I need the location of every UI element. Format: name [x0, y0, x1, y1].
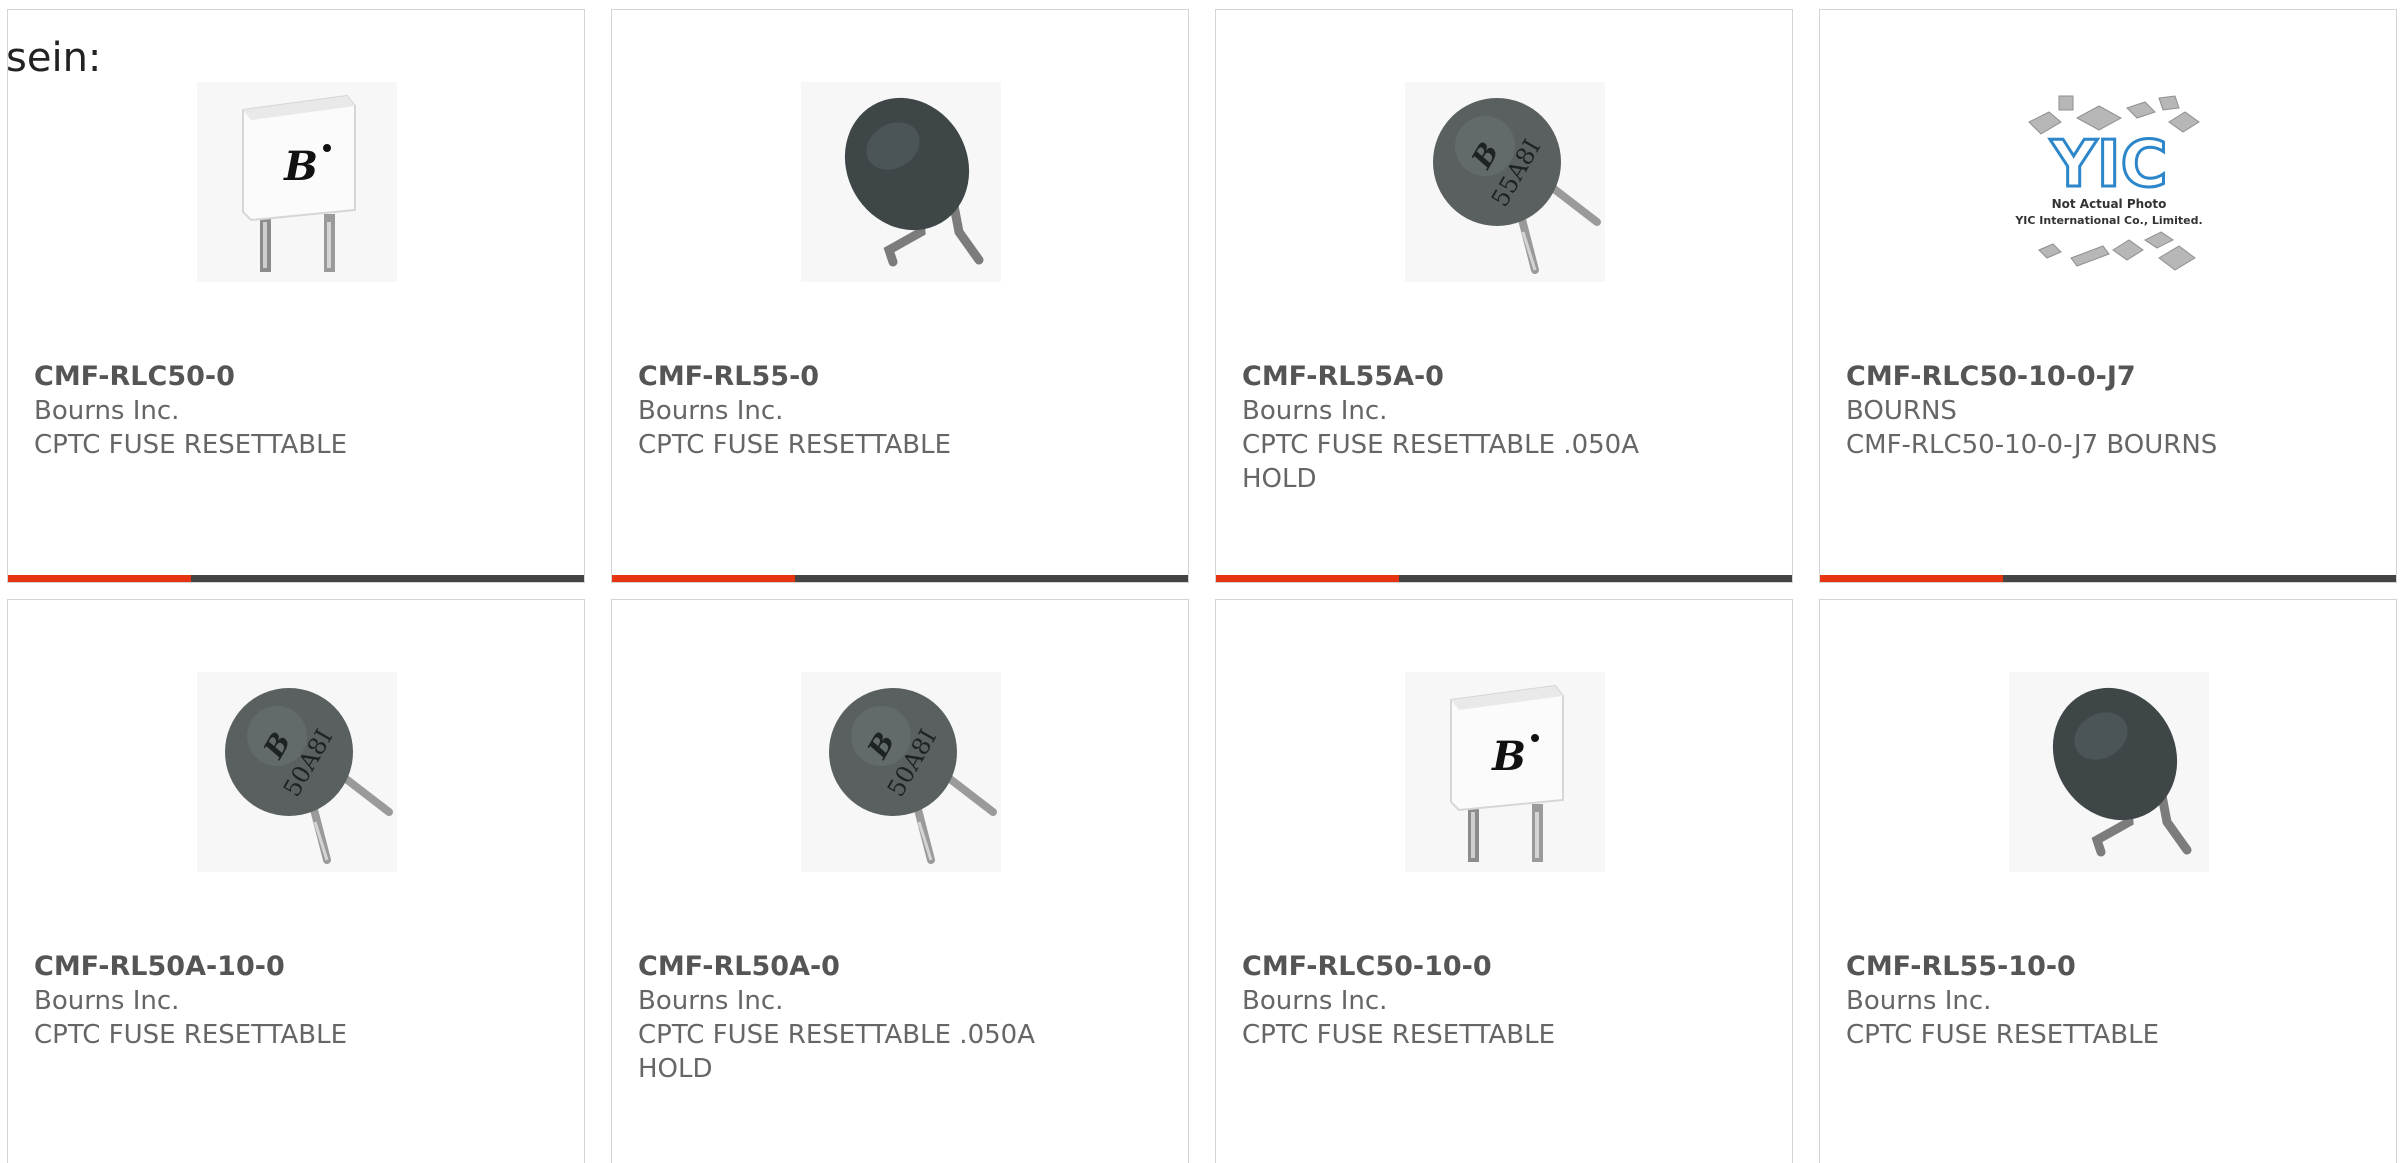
product-image[interactable]: B — [197, 82, 397, 282]
description: CPTC FUSE RESETTABLE — [1846, 1020, 2160, 1050]
card-footer-accent — [8, 575, 191, 582]
description: CPTC FUSE RESETTABLE .050A HOLD — [638, 1020, 1035, 1084]
svg-text:YIC: YIC — [2049, 128, 2167, 202]
product-image[interactable] — [801, 82, 1001, 282]
part-number[interactable]: CMF-RLC50-0 — [34, 360, 558, 394]
card-footer-accent — [1216, 575, 1399, 582]
manufacturer: Bourns Inc. — [1846, 986, 1992, 1016]
manufacturer: Bourns Inc. — [638, 986, 784, 1016]
manufacturer: Bourns Inc. — [638, 396, 784, 426]
manufacturer: Bourns Inc. — [34, 986, 180, 1016]
manufacturer: Bourns Inc. — [34, 396, 180, 426]
card-footer-accent — [1820, 575, 2003, 582]
part-number[interactable]: CMF-RL55-0 — [638, 360, 1162, 394]
card-footer-bar — [1820, 575, 2396, 582]
card-footer-bar — [612, 575, 1188, 582]
round-marked-fuse-icon: B 50A8I — [197, 672, 397, 872]
description: CPTC FUSE RESETTABLE — [34, 1020, 348, 1050]
svg-text:B: B — [283, 143, 318, 190]
placeholder-yic-icon: YIC Not Actual Photo YIC International C… — [2009, 82, 2209, 282]
part-number[interactable]: CMF-RL50A-10-0 — [34, 950, 558, 984]
square-bourns-fuse-icon: B — [1405, 672, 1605, 872]
part-number[interactable]: CMF-RL55-10-0 — [1846, 950, 2370, 984]
product-card[interactable]: B CMF-RLC50-0 Bourns Inc. CPTC FUSE RESE… — [7, 9, 585, 583]
intro-text: sein: — [6, 35, 102, 81]
product-image[interactable]: YIC Not Actual Photo YIC International C… — [2009, 82, 2209, 282]
product-grid-page: sein: B CMF-RLC50-0 Bourns Inc. CPTC FUS… — [0, 0, 2400, 1163]
card-footer-bar — [1216, 575, 1792, 582]
part-number[interactable]: CMF-RLC50-10-0 — [1242, 950, 1766, 984]
round-dark-fuse-icon — [801, 82, 1001, 282]
product-image[interactable]: B 50A8I — [801, 672, 1001, 872]
part-number[interactable]: CMF-RL55A-0 — [1242, 360, 1766, 394]
product-card[interactable]: CMF-RL55-10-0 Bourns Inc. CPTC FUSE RESE… — [1819, 599, 2397, 1163]
round-marked-fuse-icon: B 55A8I — [1405, 82, 1605, 282]
product-card[interactable]: B CMF-RLC50-10-0 Bourns Inc. CPTC FUSE R… — [1215, 599, 1793, 1163]
description: CMF-RLC50-10-0-J7 BOURNS — [1846, 430, 2218, 460]
product-image[interactable]: B 55A8I — [1405, 82, 1605, 282]
square-bourns-fuse-icon: B — [197, 82, 397, 282]
round-dark-fuse-icon — [2009, 672, 2209, 872]
product-card[interactable]: B 50A8I CMF-RL50A-10-0 Bourns Inc. CPTC … — [7, 599, 585, 1163]
manufacturer: BOURNS — [1846, 396, 1957, 426]
svg-text:YIC International Co., Limited: YIC International Co., Limited. — [2014, 214, 2202, 227]
manufacturer: Bourns Inc. — [1242, 396, 1388, 426]
description: CPTC FUSE RESETTABLE — [638, 430, 952, 460]
product-image[interactable]: B — [1405, 672, 1605, 872]
part-number[interactable]: CMF-RLC50-10-0-J7 — [1846, 360, 2370, 394]
product-card[interactable]: B 55A8I CMF-RL55A-0 Bourns Inc. CPTC FUS… — [1215, 9, 1793, 583]
svg-text:B: B — [1491, 733, 1526, 780]
product-image[interactable] — [2009, 672, 2209, 872]
description: CPTC FUSE RESETTABLE — [34, 430, 348, 460]
description: CPTC FUSE RESETTABLE — [1242, 1020, 1556, 1050]
product-card[interactable]: B 50A8I CMF-RL50A-0 Bourns Inc. CPTC FUS… — [611, 599, 1189, 1163]
part-number[interactable]: CMF-RL50A-0 — [638, 950, 1162, 984]
product-card[interactable]: YIC Not Actual Photo YIC International C… — [1819, 9, 2397, 583]
card-footer-accent — [612, 575, 795, 582]
product-image[interactable]: B 50A8I — [197, 672, 397, 872]
card-footer-bar — [8, 575, 584, 582]
manufacturer: Bourns Inc. — [1242, 986, 1388, 1016]
svg-text:Not Actual Photo: Not Actual Photo — [2052, 197, 2167, 211]
description: CPTC FUSE RESETTABLE .050A HOLD — [1242, 430, 1639, 494]
round-marked-fuse-icon: B 50A8I — [801, 672, 1001, 872]
product-card[interactable]: CMF-RL55-0 Bourns Inc. CPTC FUSE RESETTA… — [611, 9, 1189, 583]
